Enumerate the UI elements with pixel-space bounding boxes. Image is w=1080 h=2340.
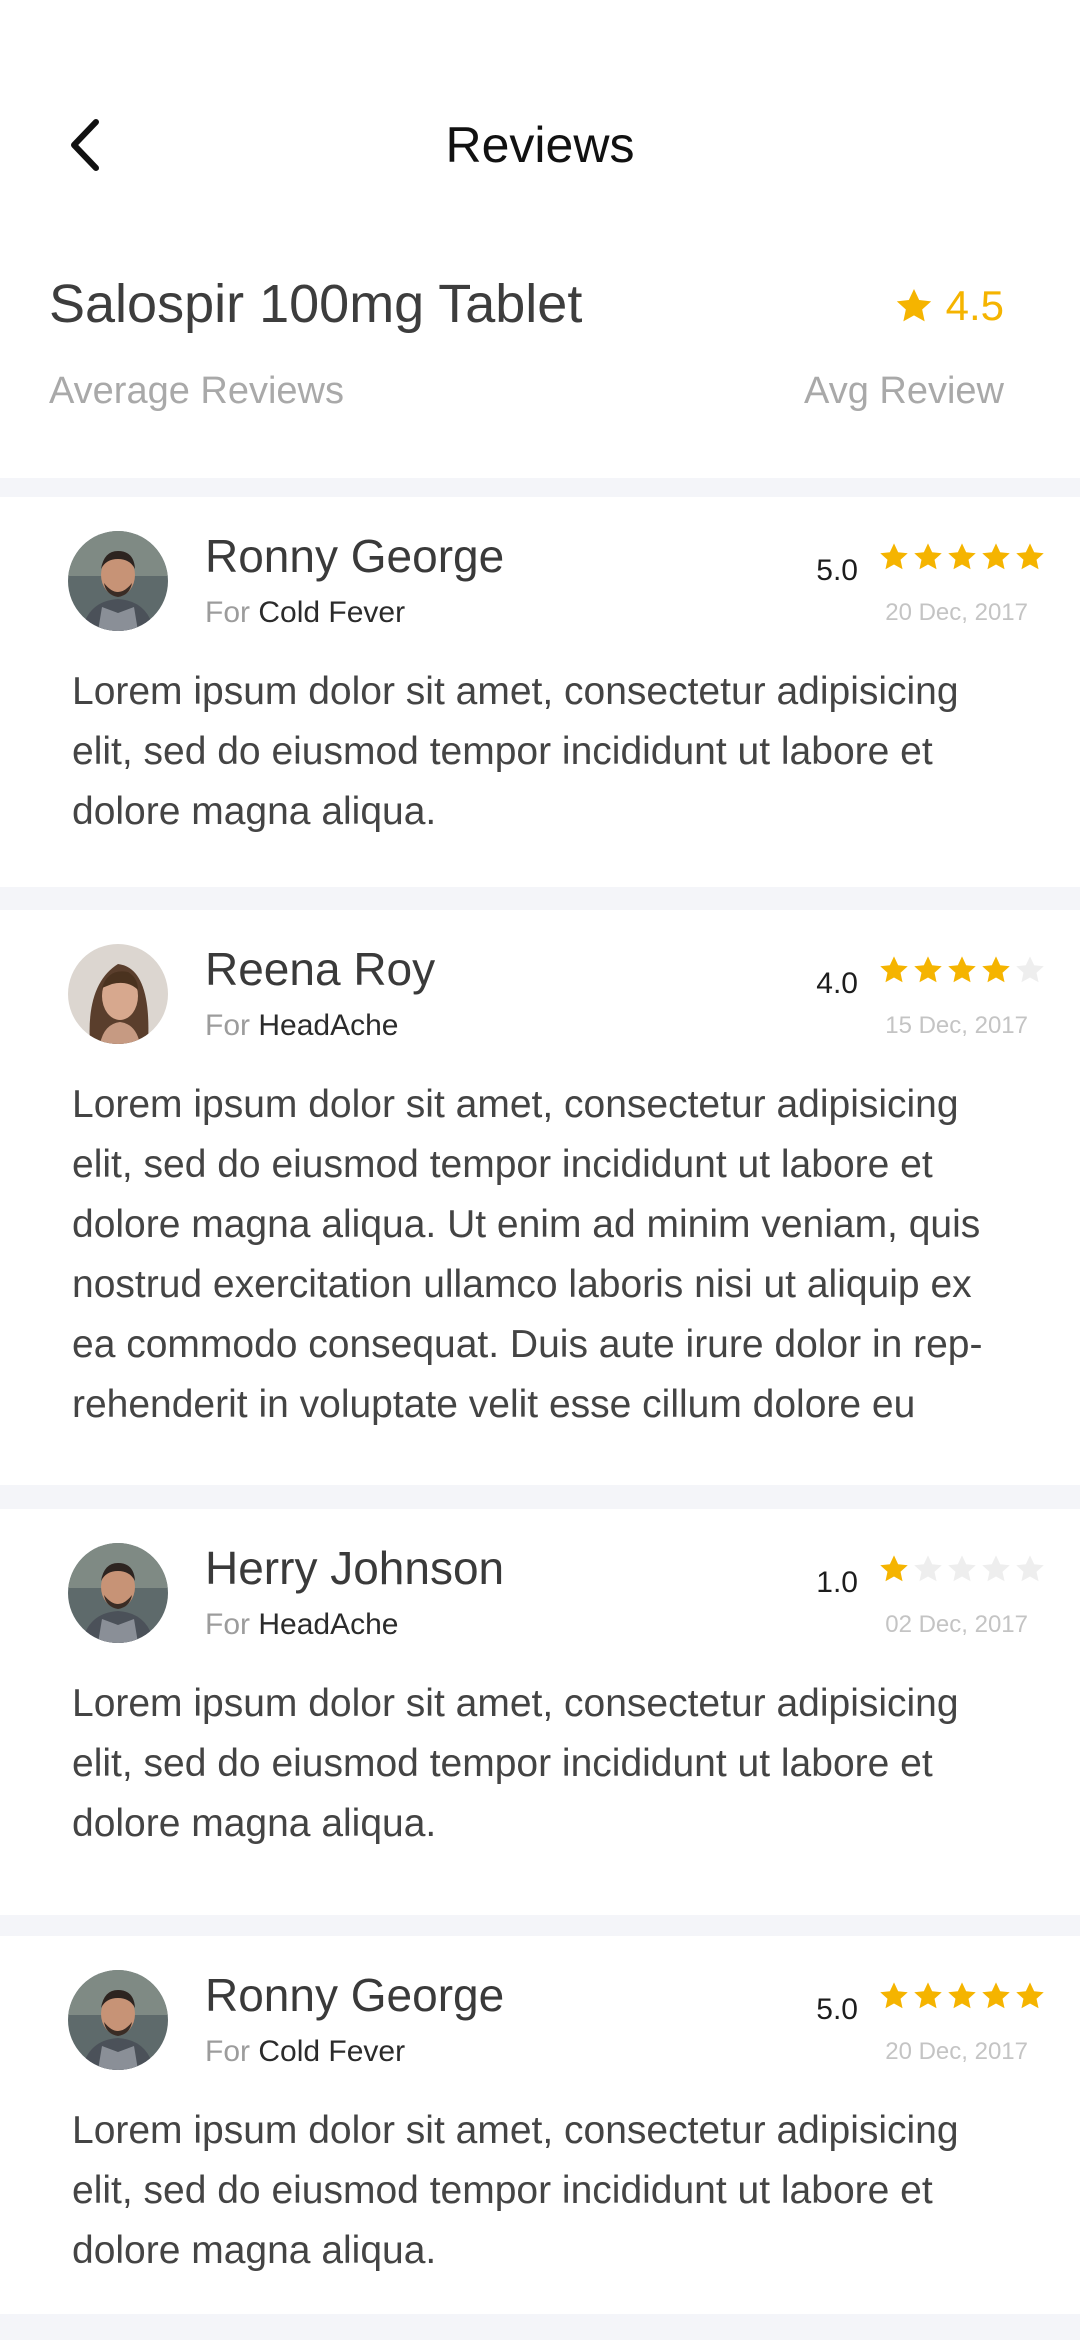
product-header: Reviews Salospir 100mg Tablet 4.5 Averag… xyxy=(0,0,1080,478)
avatar xyxy=(68,1970,168,2070)
review-for: For Cold Fever xyxy=(205,593,405,633)
for-label: For xyxy=(205,2035,250,2068)
condition-label: Cold Fever xyxy=(258,596,406,629)
review-text: Lorem ipsum dolor sit amet, consectetur … xyxy=(72,1083,983,1426)
reviewer-name: Reena Roy xyxy=(205,943,436,995)
review-text: Lorem ipsum dolor sit amet, consectetur … xyxy=(72,1682,959,1845)
condition-label: HeadAche xyxy=(258,1608,399,1641)
review-text: Lorem ipsum dolor sit amet, consectetur … xyxy=(72,670,959,833)
review-date: 20 Dec, 2017 xyxy=(885,599,1028,626)
condition-label: Cold Fever xyxy=(258,2035,406,2068)
review-card: Ronny George For Cold Fever 5.0 20 Dec, … xyxy=(0,1936,1080,2314)
average-rating-value: 4.5 xyxy=(945,282,1004,329)
for-label: For xyxy=(205,596,250,629)
star-filled-icon xyxy=(914,1982,942,2009)
review-score: 1.0 xyxy=(816,1566,858,1599)
star-filled-icon xyxy=(982,956,1010,983)
star-filled-icon xyxy=(1016,1982,1044,2009)
star-filled-icon xyxy=(948,1982,976,2009)
review-card: Ronny George For Cold Fever 5.0 20 Dec, … xyxy=(0,497,1080,887)
avatar xyxy=(68,1543,168,1643)
star-empty-icon xyxy=(982,1555,1010,1582)
star-filled-icon xyxy=(880,543,908,570)
star-filled-icon xyxy=(982,1982,1010,2009)
man-avatar xyxy=(68,1543,168,1643)
star-filled-icon xyxy=(1016,543,1044,570)
star-rating xyxy=(878,1553,1046,1585)
review-score: 5.0 xyxy=(816,1993,858,2026)
product-name: Salospir 100mg Tablet xyxy=(49,274,583,334)
star-rating xyxy=(878,541,1046,573)
review-text: Lorem ipsum dolor sit amet, consectetur … xyxy=(72,2109,959,2272)
star-empty-icon xyxy=(1016,956,1044,983)
star-filled-icon xyxy=(880,956,908,983)
star-rating xyxy=(878,954,1046,986)
star-filled-icon xyxy=(982,543,1010,570)
review-score: 5.0 xyxy=(816,554,858,587)
star-filled-icon xyxy=(948,543,976,570)
review-for: For Cold Fever xyxy=(205,2032,405,2072)
avg-review-label: Avg Review xyxy=(804,370,1004,412)
star-filled-icon xyxy=(914,956,942,983)
review-for: For HeadAche xyxy=(205,1605,398,1645)
avatar xyxy=(68,944,168,1044)
man-avatar xyxy=(68,531,168,631)
condition-label: HeadAche xyxy=(258,1009,399,1042)
review-date: 15 Dec, 2017 xyxy=(885,1012,1028,1039)
reviewer-name: Ronny George xyxy=(205,530,505,582)
review-date: 02 Dec, 2017 xyxy=(885,1611,1028,1638)
for-label: For xyxy=(205,1608,250,1641)
man-avatar xyxy=(68,1970,168,2070)
star-filled-icon xyxy=(948,956,976,983)
woman-avatar xyxy=(68,944,168,1044)
review-date: 20 Dec, 2017 xyxy=(885,2038,1028,2065)
review-card: Herry Johnson For HeadAche 1.0 02 Dec, 2… xyxy=(0,1509,1080,1915)
star-empty-icon xyxy=(914,1555,942,1582)
avatar xyxy=(68,531,168,631)
star-filled-icon xyxy=(880,1982,908,2009)
average-reviews-label: Average Reviews xyxy=(49,370,345,412)
for-label: For xyxy=(205,1009,250,1042)
star-empty-icon xyxy=(948,1555,976,1582)
review-for: For HeadAche xyxy=(205,1006,398,1046)
star-empty-icon xyxy=(1016,1555,1044,1582)
review-card: Reena Roy For HeadAche 4.0 15 Dec, 2017 … xyxy=(0,910,1080,1485)
star-rating xyxy=(878,1980,1046,2012)
reviewer-name: Herry Johnson xyxy=(205,1542,505,1594)
star-filled-icon xyxy=(914,543,942,570)
reviewer-name: Ronny George xyxy=(205,1969,505,2021)
page-title: Reviews xyxy=(445,117,635,173)
average-rating: 4.5 xyxy=(894,278,1004,334)
review-score: 4.0 xyxy=(816,967,858,1000)
star-filled-icon xyxy=(880,1555,908,1582)
star-icon xyxy=(896,289,931,322)
